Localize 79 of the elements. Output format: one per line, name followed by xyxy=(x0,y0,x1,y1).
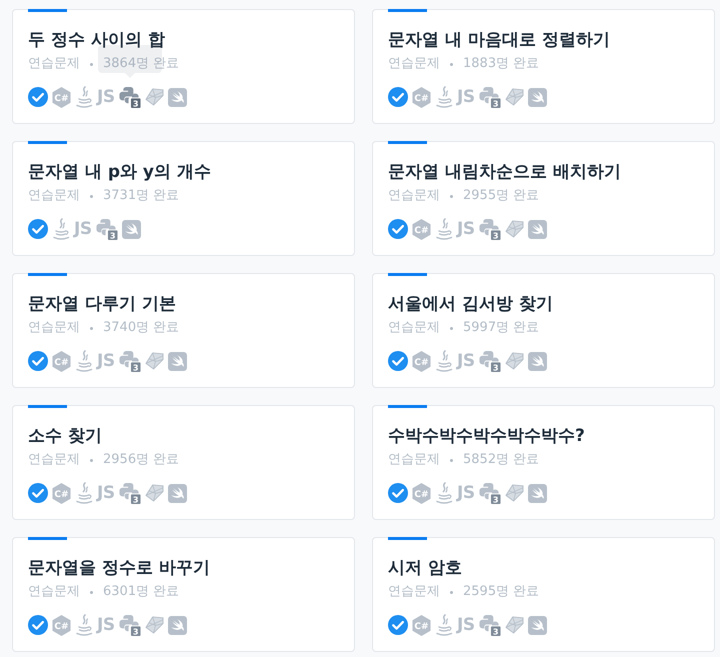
completion-count: 5852명 완료 xyxy=(463,451,540,469)
problem-card[interactable]: 수박수박수박수박수박수? 연습문제 5852명 완료 C# JS 3 xyxy=(372,405,715,520)
js-logo: JS xyxy=(457,615,475,635)
accent-bar xyxy=(28,537,67,540)
separator-dot-icon xyxy=(450,62,453,66)
problem-title: 문자열 내 p와 y의 개수 xyxy=(28,161,211,184)
accent-bar xyxy=(28,273,67,276)
problem-title: 시저 암호 xyxy=(388,557,462,580)
completion-count: 5997명 완료 xyxy=(463,319,540,337)
category-label: 연습문제 xyxy=(388,451,440,469)
completion-count: 3864명 완료 xyxy=(103,55,180,73)
completion-count: 2595명 완료 xyxy=(463,583,540,601)
completion-count: 3740명 완료 xyxy=(103,319,180,337)
problem-title: 두 정수 사이의 합 xyxy=(28,29,165,52)
csharp-logo-icon: C# xyxy=(52,86,71,108)
js-logo: JS xyxy=(457,483,475,503)
js-logo: JS xyxy=(457,219,475,239)
problem-card[interactable]: 서울에서 김서방 찾기 연습문제 5997명 완료 C# JS 3 xyxy=(372,273,715,388)
category-label: 연습문제 xyxy=(388,319,440,337)
problem-card[interactable]: 문자열 내림차순으로 배치하기 연습문제 2955명 완료 C# JS 3 xyxy=(372,141,715,256)
problem-card[interactable]: 문자열을 정수로 바꾸기 연습문제 6301명 완료 C# JS 3 xyxy=(12,537,355,652)
separator-dot-icon xyxy=(90,194,93,198)
accent-bar xyxy=(28,405,67,408)
accent-bar xyxy=(28,141,67,144)
category-label: 연습문제 xyxy=(28,319,80,337)
completion-count: 3731명 완료 xyxy=(103,187,180,205)
csharp-logo-icon: C# xyxy=(412,218,431,240)
csharp-logo-icon: C# xyxy=(412,614,431,636)
problem-card[interactable]: 소수 찾기 연습문제 2956명 완료 C# JS 3 xyxy=(12,405,355,520)
category-label: 연습문제 xyxy=(28,55,80,73)
problem-title: 문자열 내 마음대로 정렬하기 xyxy=(388,29,610,52)
separator-dot-icon xyxy=(90,62,93,66)
js-logo: JS xyxy=(74,219,92,239)
problem-card[interactable]: 시저 암호 연습문제 2595명 완료 C# JS 3 xyxy=(372,537,715,652)
category-label: 연습문제 xyxy=(388,187,440,205)
accent-bar xyxy=(388,9,427,12)
accent-bar xyxy=(388,537,427,540)
problem-title: 수박수박수박수박수박수? xyxy=(388,425,585,448)
csharp-logo-icon: C# xyxy=(52,614,71,636)
csharp-logo-icon: C# xyxy=(412,86,431,108)
completion-count: 2955명 완료 xyxy=(463,187,540,205)
problem-card[interactable]: 문자열 내 마음대로 정렬하기 연습문제 1883명 완료 C# JS 3 xyxy=(372,9,715,124)
js-logo: JS xyxy=(97,351,115,371)
problem-card[interactable]: 문자열 내 p와 y의 개수 연습문제 3731명 완료 JS 3 xyxy=(12,141,355,256)
category-label: 연습문제 xyxy=(388,583,440,601)
separator-dot-icon xyxy=(90,326,93,330)
problem-title: 문자열 다루기 기본 xyxy=(28,293,176,316)
js-logo: JS xyxy=(97,615,115,635)
problem-card[interactable]: 문자열 다루기 기본 연습문제 3740명 완료 C# JS 3 xyxy=(12,273,355,388)
category-label: 연습문제 xyxy=(28,451,80,469)
separator-dot-icon xyxy=(450,458,453,462)
problem-title: 서울에서 김서방 찾기 xyxy=(388,293,553,316)
completion-count: 2956명 완료 xyxy=(103,451,180,469)
csharp-logo-icon: C# xyxy=(52,482,71,504)
problem-title: 문자열 내림차순으로 배치하기 xyxy=(388,161,621,184)
problem-title: 소수 찾기 xyxy=(28,425,102,448)
js-logo: JS xyxy=(97,483,115,503)
problem-title: 문자열을 정수로 바꾸기 xyxy=(28,557,210,580)
completion-count: 1883명 완료 xyxy=(463,55,540,73)
accent-bar xyxy=(388,405,427,408)
separator-dot-icon xyxy=(90,458,93,462)
separator-dot-icon xyxy=(450,194,453,198)
completion-count: 6301명 완료 xyxy=(103,583,180,601)
accent-bar xyxy=(388,273,427,276)
problem-card[interactable]: 두 정수 사이의 합 연습문제 3864명 완료 C# JS 3 xyxy=(12,9,355,124)
csharp-logo-icon: C# xyxy=(412,350,431,372)
separator-dot-icon xyxy=(450,326,453,330)
accent-bar xyxy=(388,141,427,144)
separator-dot-icon xyxy=(90,590,93,594)
csharp-logo-icon: C# xyxy=(52,350,71,372)
accent-bar xyxy=(28,9,67,12)
category-label: 연습문제 xyxy=(28,583,80,601)
separator-dot-icon xyxy=(450,590,453,594)
csharp-logo-icon: C# xyxy=(412,482,431,504)
js-logo: JS xyxy=(97,87,115,107)
category-label: 연습문제 xyxy=(388,55,440,73)
js-logo: JS xyxy=(457,87,475,107)
category-label: 연습문제 xyxy=(28,187,80,205)
js-logo: JS xyxy=(457,351,475,371)
